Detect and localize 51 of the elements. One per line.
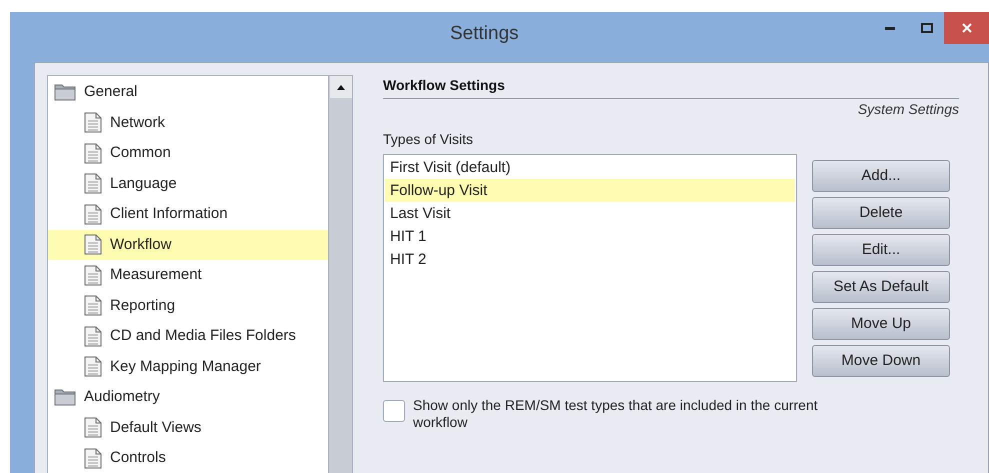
tree-item[interactable]: Network xyxy=(48,108,328,138)
document-icon xyxy=(84,417,102,438)
tree-item[interactable]: Key Mapping Manager xyxy=(48,352,328,382)
document-icon xyxy=(84,264,102,286)
checkbox[interactable] xyxy=(383,400,405,422)
visit-item[interactable]: First Visit (default) xyxy=(385,156,795,179)
tree-item[interactable]: Default Views xyxy=(48,412,328,443)
close-button[interactable] xyxy=(944,12,989,44)
minimize-icon xyxy=(885,26,895,30)
scroll-up-button[interactable] xyxy=(330,76,352,98)
visit-item[interactable]: HIT 2 xyxy=(385,248,795,271)
maximize-icon xyxy=(921,23,933,33)
action-button[interactable]: Move Up xyxy=(812,308,950,340)
document-icon xyxy=(84,173,102,194)
document-icon xyxy=(84,448,102,469)
tree-item[interactable]: General xyxy=(48,77,328,108)
folder-icon xyxy=(54,83,76,102)
tree-item[interactable]: Reporting xyxy=(48,290,328,321)
visit-list[interactable]: First Visit (default) Follow-up Visit Last Visit HIT 1 HIT 2 xyxy=(383,154,797,382)
tree-item[interactable]: Client Information xyxy=(48,199,328,230)
visit-item[interactable]: HIT 1 xyxy=(385,225,795,248)
action-button[interactable]: Add... xyxy=(812,160,950,192)
tree-item[interactable]: Audiometry xyxy=(48,382,328,412)
action-button[interactable]: Delete xyxy=(812,197,950,229)
section-title: Workflow Settings xyxy=(383,75,959,99)
visit-item[interactable]: Follow-up Visit xyxy=(385,179,795,202)
visit-item[interactable]: Last Visit xyxy=(385,202,795,225)
tree-item[interactable]: Measurement xyxy=(48,260,328,290)
document-icon xyxy=(84,356,102,378)
list-label: Types of Visits xyxy=(383,130,474,149)
document-icon xyxy=(84,112,102,134)
document-icon xyxy=(84,295,102,316)
window-title: Settings xyxy=(450,22,519,46)
action-button[interactable]: Edit... xyxy=(812,234,950,266)
document-icon xyxy=(84,204,102,225)
tree-item[interactable]: Controls xyxy=(48,443,328,473)
close-icon xyxy=(962,23,972,33)
document-icon xyxy=(84,326,102,347)
tree-item[interactable]: Language xyxy=(48,168,328,199)
checkbox-label: Show only the REM/SM test types that are included in the current workflow xyxy=(413,397,819,431)
up-arrow-icon xyxy=(336,84,344,90)
tree-item[interactable]: CD and Media Files Folders xyxy=(48,321,328,352)
document-icon xyxy=(84,234,102,256)
section-subtitle: System Settings xyxy=(858,100,959,119)
tree-item[interactable]: Workflow xyxy=(48,230,328,260)
action-button[interactable]: Set As Default xyxy=(812,271,950,303)
tree-item[interactable]: Common xyxy=(48,138,328,168)
folder-icon xyxy=(54,388,76,406)
action-button[interactable]: Move Down xyxy=(812,345,950,377)
scrollbar[interactable] xyxy=(328,76,352,473)
document-icon xyxy=(84,142,102,164)
